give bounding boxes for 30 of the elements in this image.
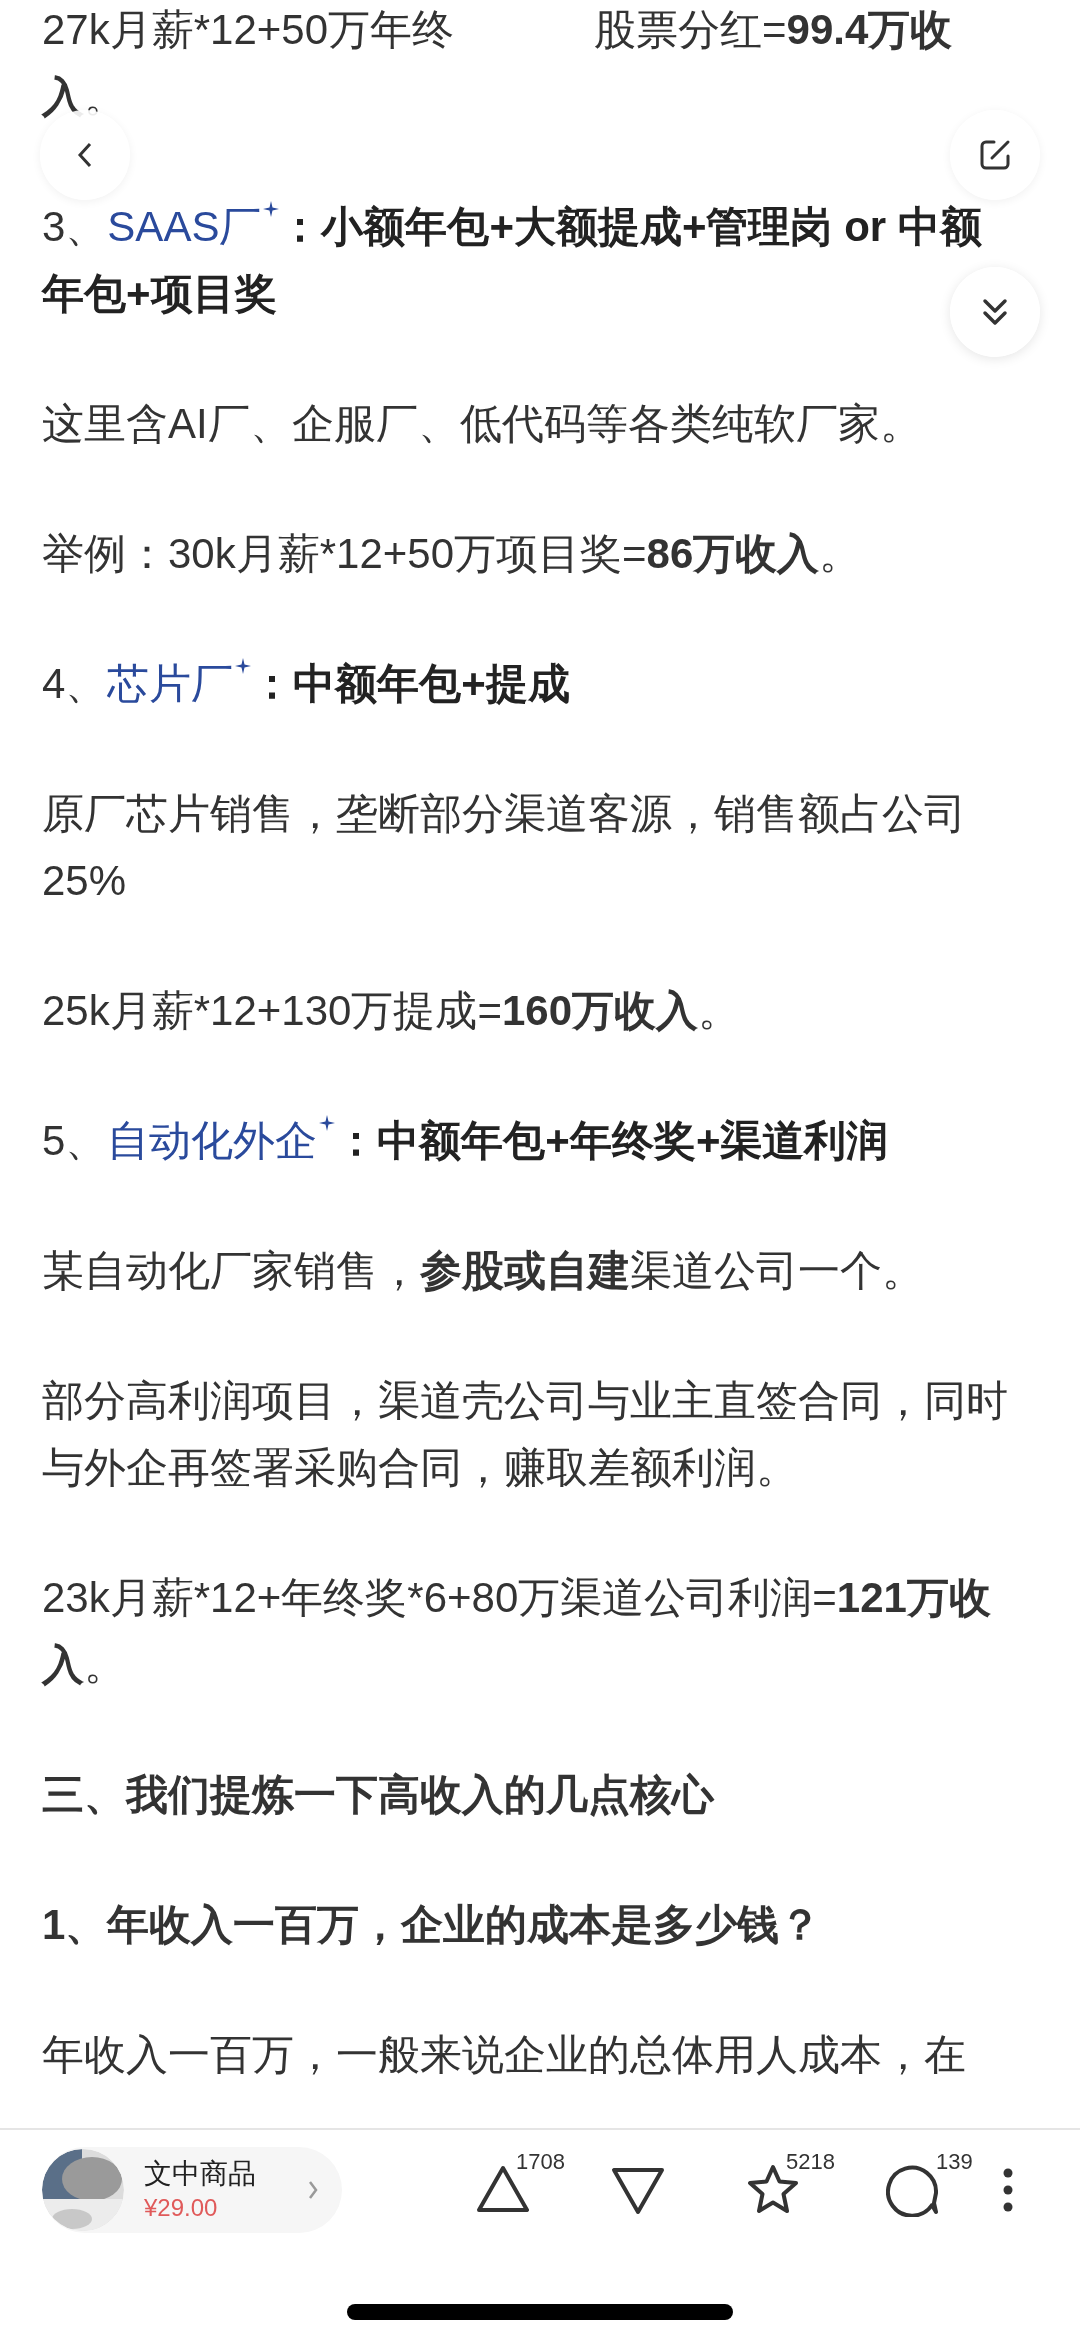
back-icon (77, 141, 93, 169)
topic-link[interactable]: SAAS厂 (107, 203, 262, 250)
product-price: ¥29.00 (144, 2193, 219, 2223)
chevron-right-icon (308, 2180, 318, 2200)
section-heading: 1、年收入一百万，企业的成本是多少钱？ (42, 1900, 823, 1950)
paragraph: 部分高利润项目，渠道壳公司与业主直签合同，同时与外企再签署采购合同，赚取差额利润。 (42, 1376, 1008, 1493)
paragraph: 年收入一百万，一般来说企业的总体用人成本，在 (42, 2030, 967, 2080)
product-title: 文中商品 (144, 2157, 257, 2191)
more-icon[interactable] (1002, 2167, 1014, 2213)
edit-icon (978, 138, 1012, 172)
product-card[interactable]: 文中商品 ¥29.00 (42, 2147, 342, 2233)
paragraph: 25k月薪*12+130万提成=160万收入。 (42, 986, 741, 1036)
paragraph: 这里含AI厂、企服厂、低代码等各类纯软厂家。 (42, 399, 923, 449)
sparkle-icon (235, 658, 252, 674)
paragraph: 举例：30k月薪*12+50万项目奖=86万收入。 (42, 529, 863, 579)
section-heading: 4、芯片厂 ：中额年包+提成 (42, 657, 571, 709)
topic-link[interactable]: 芯片厂 (107, 660, 234, 707)
paragraph: 原厂芯片销售，垄断部分渠道客源，销售额占公司25% (42, 789, 967, 906)
topic-link[interactable]: 自动化外企 (107, 1117, 318, 1164)
paragraph: 某自动化厂家销售，参股或自建渠道公司一个。 (42, 1246, 925, 1296)
count-label: 5218 (786, 2148, 835, 2176)
sparkle-icon (319, 1115, 336, 1131)
paragraph: 27k月薪*12+50万年终 股票分红=99.4万收入。 (42, 5, 954, 122)
section-heading: 5、自动化外企 ：中额年包+年终奖+渠道利润 (42, 1114, 890, 1166)
sparkle-icon (263, 201, 280, 217)
section-heading: 三、我们提炼一下高收入的几点核心 (42, 1770, 716, 1820)
count-label: 1708 (516, 2148, 565, 2176)
double-chevron-down-icon (981, 297, 1009, 327)
paragraph: 23k月薪*12+年终奖*6+80万渠道公司利润=121万收入。 (42, 1573, 992, 1690)
count-label: 139 (936, 2148, 973, 2176)
